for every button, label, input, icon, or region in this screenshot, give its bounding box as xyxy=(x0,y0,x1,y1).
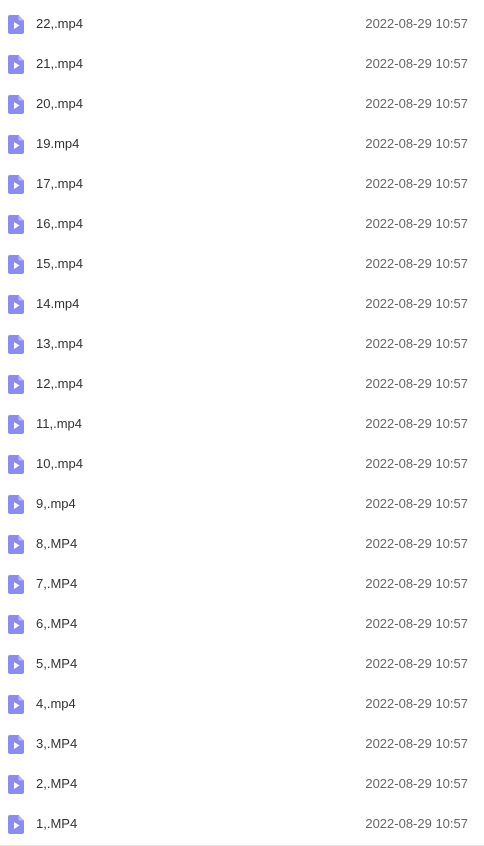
file-row[interactable]: 16,.mp4 2022-08-29 10:57 xyxy=(0,204,484,244)
file-name: 16,.mp4 xyxy=(36,216,83,231)
video-file-icon xyxy=(8,215,24,234)
file-modified-date: 2022-08-29 10:57 xyxy=(365,656,468,671)
video-file-icon xyxy=(8,575,24,594)
file-list: 22,.mp4 2022-08-29 10:57 21,.mp4 2022-08-29… xyxy=(0,0,484,844)
video-file-icon xyxy=(8,295,24,314)
file-name: 4,.mp4 xyxy=(36,696,76,711)
file-row[interactable]: 19.mp4 2022-08-29 10:57 xyxy=(0,124,484,164)
file-name: 22,.mp4 xyxy=(36,16,83,31)
file-name: 10,.mp4 xyxy=(36,456,83,471)
file-row[interactable]: 20,.mp4 2022-08-29 10:57 xyxy=(0,84,484,124)
file-name: 11,.mp4 xyxy=(36,416,83,431)
video-file-icon xyxy=(8,455,24,474)
file-name: 15,.mp4 xyxy=(36,256,83,271)
file-row[interactable]: 14.mp4 2022-08-29 10:57 xyxy=(0,284,484,324)
video-file-icon xyxy=(8,175,24,194)
file-row[interactable]: 1,.MP4 2022-08-29 10:57 xyxy=(0,804,484,844)
file-modified-date: 2022-08-29 10:57 xyxy=(365,296,468,311)
file-name: 13,.mp4 xyxy=(36,336,83,351)
file-row[interactable]: 12,.mp4 2022-08-29 10:57 xyxy=(0,364,484,404)
file-modified-date: 2022-08-29 10:57 xyxy=(365,376,468,391)
file-row[interactable]: 4,.mp4 2022-08-29 10:57 xyxy=(0,684,484,724)
video-file-icon xyxy=(8,15,24,34)
file-row[interactable]: 8,.MP4 2022-08-29 10:57 xyxy=(0,524,484,564)
file-row[interactable]: 3,.MP4 2022-08-29 10:57 xyxy=(0,724,484,764)
file-row[interactable]: 9,.mp4 2022-08-29 10:57 xyxy=(0,484,484,524)
video-file-icon xyxy=(8,615,24,634)
video-file-icon xyxy=(8,55,24,74)
file-row[interactable]: 6,.MP4 2022-08-29 10:57 xyxy=(0,604,484,644)
file-row[interactable]: 2,.MP4 2022-08-29 10:57 xyxy=(0,764,484,804)
file-name: 20,.mp4 xyxy=(36,96,83,111)
file-row[interactable]: 15,.mp4 2022-08-29 10:57 xyxy=(0,244,484,284)
file-name: 6,.MP4 xyxy=(36,616,78,631)
file-name: 12,.mp4 xyxy=(36,376,83,391)
video-file-icon xyxy=(8,495,24,514)
file-modified-date: 2022-08-29 10:57 xyxy=(365,56,468,71)
file-modified-date: 2022-08-29 10:57 xyxy=(365,776,468,791)
file-modified-date: 2022-08-29 10:57 xyxy=(365,496,468,511)
video-file-icon xyxy=(8,695,24,714)
file-modified-date: 2022-08-29 10:57 xyxy=(365,256,468,271)
video-file-icon xyxy=(8,135,24,154)
file-name: 21,.mp4 xyxy=(36,56,83,71)
file-row[interactable]: 5,.MP4 2022-08-29 10:57 xyxy=(0,644,484,684)
file-name: 7,.MP4 xyxy=(36,576,78,591)
file-modified-date: 2022-08-29 10:57 xyxy=(365,536,468,551)
file-modified-date: 2022-08-29 10:57 xyxy=(365,736,468,751)
file-modified-date: 2022-08-29 10:57 xyxy=(365,336,468,351)
video-file-icon xyxy=(8,775,24,794)
file-name: 1,.MP4 xyxy=(36,816,78,831)
file-modified-date: 2022-08-29 10:57 xyxy=(365,456,468,471)
file-name: 17,.mp4 xyxy=(36,176,83,191)
file-row[interactable]: 17,.mp4 2022-08-29 10:57 xyxy=(0,164,484,204)
file-modified-date: 2022-08-29 10:57 xyxy=(365,696,468,711)
video-file-icon xyxy=(8,375,24,394)
file-row[interactable]: 13,.mp4 2022-08-29 10:57 xyxy=(0,324,484,364)
video-file-icon xyxy=(8,815,24,834)
file-row[interactable]: 21,.mp4 2022-08-29 10:57 xyxy=(0,44,484,84)
video-file-icon xyxy=(8,415,24,434)
file-name: 8,.MP4 xyxy=(36,536,78,551)
file-modified-date: 2022-08-29 10:57 xyxy=(365,576,468,591)
file-modified-date: 2022-08-29 10:57 xyxy=(365,176,468,191)
file-modified-date: 2022-08-29 10:57 xyxy=(365,616,468,631)
file-row[interactable]: 22,.mp4 2022-08-29 10:57 xyxy=(0,4,484,44)
file-row[interactable]: 7,.MP4 2022-08-29 10:57 xyxy=(0,564,484,604)
video-file-icon xyxy=(8,735,24,754)
file-modified-date: 2022-08-29 10:57 xyxy=(365,16,468,31)
file-modified-date: 2022-08-29 10:57 xyxy=(365,216,468,231)
video-file-icon xyxy=(8,655,24,674)
file-name: 19.mp4 xyxy=(36,136,80,151)
file-name: 5,.MP4 xyxy=(36,656,78,671)
file-modified-date: 2022-08-29 10:57 xyxy=(365,416,468,431)
file-modified-date: 2022-08-29 10:57 xyxy=(365,136,468,151)
file-name: 3,.MP4 xyxy=(36,736,78,751)
file-name: 9,.mp4 xyxy=(36,496,76,511)
file-name: 2,.MP4 xyxy=(36,776,78,791)
file-row[interactable]: 11,.mp4 2022-08-29 10:57 xyxy=(0,404,484,444)
file-row[interactable]: 10,.mp4 2022-08-29 10:57 xyxy=(0,444,484,484)
video-file-icon xyxy=(8,335,24,354)
file-modified-date: 2022-08-29 10:57 xyxy=(365,816,468,831)
video-file-icon xyxy=(8,535,24,554)
video-file-icon xyxy=(8,255,24,274)
file-modified-date: 2022-08-29 10:57 xyxy=(365,96,468,111)
file-name: 14.mp4 xyxy=(36,296,80,311)
video-file-icon xyxy=(8,95,24,114)
